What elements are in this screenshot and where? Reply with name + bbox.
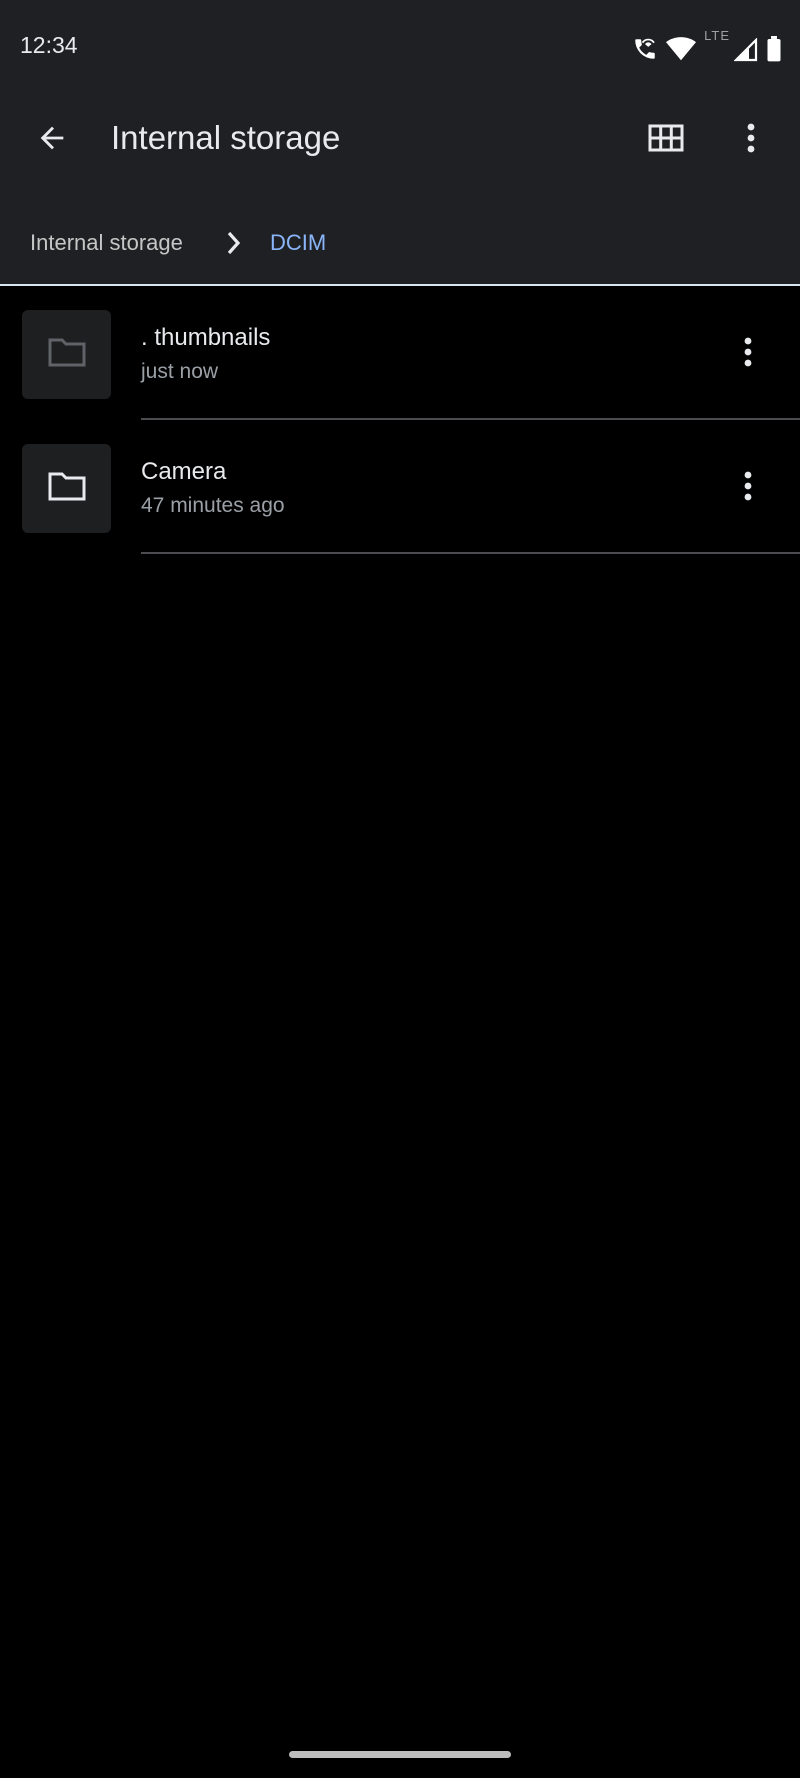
chevron-right-icon: [222, 229, 246, 257]
grid-view-icon: [648, 124, 684, 157]
more-vert-icon: [744, 471, 752, 506]
back-button[interactable]: [24, 112, 80, 168]
status-bar: 12:34 LTE: [0, 0, 800, 95]
list-item[interactable]: . thumbnails just now: [0, 286, 800, 420]
gesture-nav-handle[interactable]: [289, 1751, 511, 1758]
folder-thumbnail: [22, 444, 111, 533]
list-item[interactable]: Camera 47 minutes ago: [0, 420, 800, 554]
file-modified: 47 minutes ago: [141, 494, 285, 517]
breadcrumb: Internal storage DCIM: [0, 215, 800, 271]
grid-view-button[interactable]: [638, 112, 694, 168]
wifi-icon: [666, 36, 697, 62]
more-options-button[interactable]: [723, 112, 779, 168]
signal-icon: [734, 38, 758, 62]
folder-icon: [48, 471, 86, 506]
top-app-area: 12:34 LTE Internal storage Internal stor…: [0, 0, 800, 284]
battery-icon: [766, 36, 782, 62]
status-time: 12:34: [20, 32, 78, 58]
page-title: Internal storage: [111, 119, 341, 156]
row-divider: [141, 552, 800, 554]
folder-thumbnail: [22, 310, 111, 399]
item-menu-button[interactable]: [720, 460, 776, 516]
wifi-call-icon: [632, 36, 658, 62]
more-vert-icon: [744, 337, 752, 372]
network-type-label: LTE: [704, 28, 730, 43]
breadcrumb-item-dcim[interactable]: DCIM: [270, 230, 326, 256]
app-bar: Internal storage: [0, 95, 800, 181]
breadcrumb-item-internal-storage[interactable]: Internal storage: [30, 230, 183, 256]
status-icons: LTE: [632, 28, 782, 62]
item-menu-button[interactable]: [720, 326, 776, 382]
file-modified: just now: [141, 360, 219, 383]
arrow-back-icon: [35, 121, 69, 160]
file-name: . thumbnails: [141, 324, 271, 351]
files-screen: 12:34 LTE Internal storage Internal stor…: [0, 0, 800, 1778]
more-vert-icon: [747, 123, 755, 158]
folder-icon: [48, 337, 86, 372]
file-name: Camera: [141, 458, 227, 485]
file-list: . thumbnails just now Camera 47 minutes …: [0, 286, 800, 554]
